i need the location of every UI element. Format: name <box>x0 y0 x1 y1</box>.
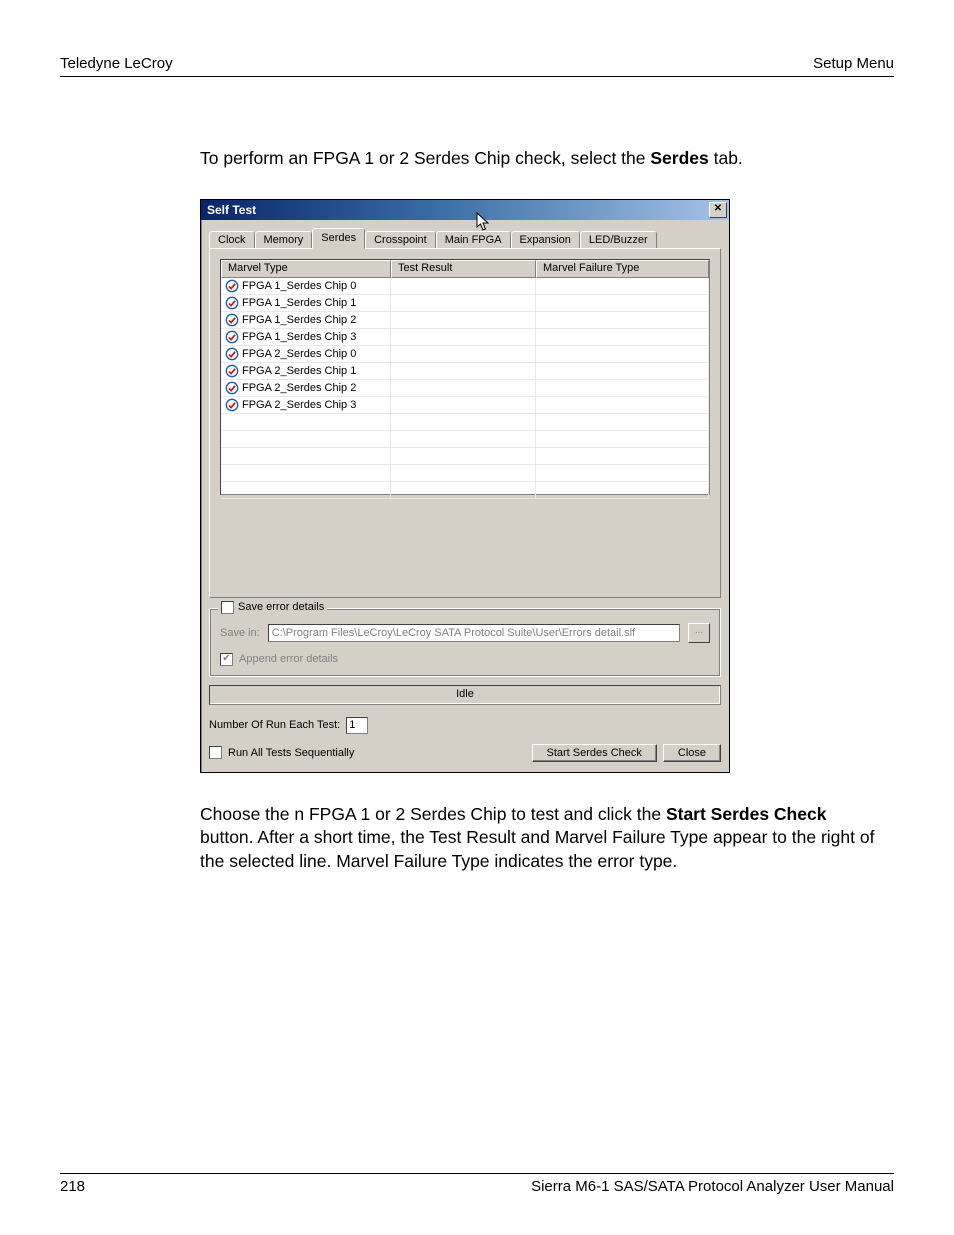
row-name: FPGA 2_Serdes Chip 1 <box>242 365 356 377</box>
check-icon <box>225 381 239 395</box>
browse-button[interactable]: ... <box>688 623 710 643</box>
table-row[interactable]: FPGA 1_Serdes Chip 0 <box>221 278 709 295</box>
status-bar: Idle <box>209 685 721 705</box>
save-path-input[interactable] <box>268 624 680 642</box>
check-icon <box>225 279 239 293</box>
append-error-checkbox[interactable]: ✔ <box>220 653 233 666</box>
save-error-label: Save error details <box>238 601 324 613</box>
table-row[interactable]: FPGA 1_Serdes Chip 2 <box>221 312 709 329</box>
run-sequentially-label: Run All Tests Sequentially <box>228 747 354 759</box>
close-button[interactable]: Close <box>663 744 721 762</box>
row-failure <box>536 380 709 397</box>
row-failure <box>536 295 709 312</box>
page-number: 218 <box>60 1178 85 1195</box>
row-failure <box>536 278 709 295</box>
num-run-label: Number Of Run Each Test: <box>209 719 340 731</box>
page-footer: 218 Sierra M6-1 SAS/SATA Protocol Analyz… <box>60 1166 894 1196</box>
tab-memory[interactable]: Memory <box>255 231 313 249</box>
table-row-empty <box>221 482 709 499</box>
tab-page-serdes: Marvel Type Test Result Marvel Failure T… <box>209 248 721 598</box>
row-name: FPGA 1_Serdes Chip 3 <box>242 331 356 343</box>
close-icon[interactable]: ✕ <box>709 202 727 218</box>
tab-led-buzzer[interactable]: LED/Buzzer <box>580 231 657 249</box>
intro-paragraph: To perform an FPGA 1 or 2 Serdes Chip ch… <box>200 147 884 171</box>
check-icon <box>225 313 239 327</box>
run-sequentially-checkbox[interactable] <box>209 746 222 759</box>
header-left: Teledyne LeCroy <box>60 55 173 72</box>
col-header-test-result[interactable]: Test Result <box>391 260 536 278</box>
table-row-empty <box>221 448 709 465</box>
row-failure <box>536 329 709 346</box>
row-name: FPGA 2_Serdes Chip 3 <box>242 399 356 411</box>
tab-strip: ClockMemorySerdesCrosspointMain FPGAExpa… <box>209 228 721 248</box>
row-name: FPGA 2_Serdes Chip 0 <box>242 348 356 360</box>
col-header-marvel-type[interactable]: Marvel Type <box>221 260 391 278</box>
table-row[interactable]: FPGA 1_Serdes Chip 1 <box>221 295 709 312</box>
row-name: FPGA 2_Serdes Chip 2 <box>242 382 356 394</box>
row-result <box>391 346 536 363</box>
row-result <box>391 329 536 346</box>
table-row[interactable]: FPGA 2_Serdes Chip 3 <box>221 397 709 414</box>
tab-main-fpga[interactable]: Main FPGA <box>436 231 511 249</box>
check-icon <box>225 398 239 412</box>
titlebar: Self Test ✕ <box>201 200 729 220</box>
table-row[interactable]: FPGA 2_Serdes Chip 0 <box>221 346 709 363</box>
table-row[interactable]: FPGA 1_Serdes Chip 3 <box>221 329 709 346</box>
start-serdes-check-button[interactable]: Start Serdes Check <box>532 744 657 762</box>
col-header-failure-type[interactable]: Marvel Failure Type <box>536 260 709 278</box>
table-row-empty <box>221 465 709 482</box>
save-in-label: Save in: <box>220 627 260 639</box>
save-error-group: Save error details Save in: ... ✔ Append… <box>209 608 721 677</box>
table-row-empty <box>221 414 709 431</box>
row-name: FPGA 1_Serdes Chip 1 <box>242 297 356 309</box>
footer-title: Sierra M6-1 SAS/SATA Protocol Analyzer U… <box>531 1178 894 1195</box>
row-name: FPGA 1_Serdes Chip 0 <box>242 280 356 292</box>
num-run-input[interactable] <box>346 717 368 734</box>
header-rule <box>60 76 894 77</box>
results-listview[interactable]: Marvel Type Test Result Marvel Failure T… <box>220 259 710 495</box>
row-failure <box>536 312 709 329</box>
row-failure <box>536 346 709 363</box>
tab-clock[interactable]: Clock <box>209 231 255 249</box>
append-error-label: Append error details <box>239 653 338 665</box>
row-result <box>391 397 536 414</box>
tab-crosspoint[interactable]: Crosspoint <box>365 231 436 249</box>
selftest-dialog: Self Test ✕ ClockMemorySerdesCrosspointM… <box>200 199 730 773</box>
outro-paragraph: Choose the n FPGA 1 or 2 Serdes Chip to … <box>200 803 884 874</box>
row-result <box>391 278 536 295</box>
check-icon <box>225 364 239 378</box>
row-result <box>391 295 536 312</box>
row-result <box>391 380 536 397</box>
tab-serdes[interactable]: Serdes <box>312 228 365 249</box>
row-result <box>391 312 536 329</box>
header-right: Setup Menu <box>813 55 894 72</box>
save-error-checkbox[interactable] <box>221 601 234 614</box>
table-row-empty <box>221 431 709 448</box>
row-name: FPGA 1_Serdes Chip 2 <box>242 314 356 326</box>
check-icon <box>225 330 239 344</box>
check-icon <box>225 296 239 310</box>
check-icon <box>225 347 239 361</box>
row-result <box>391 363 536 380</box>
tab-expansion[interactable]: Expansion <box>511 231 580 249</box>
window-title: Self Test <box>207 203 256 217</box>
table-row[interactable]: FPGA 2_Serdes Chip 2 <box>221 380 709 397</box>
row-failure <box>536 397 709 414</box>
table-row[interactable]: FPGA 2_Serdes Chip 1 <box>221 363 709 380</box>
row-failure <box>536 363 709 380</box>
